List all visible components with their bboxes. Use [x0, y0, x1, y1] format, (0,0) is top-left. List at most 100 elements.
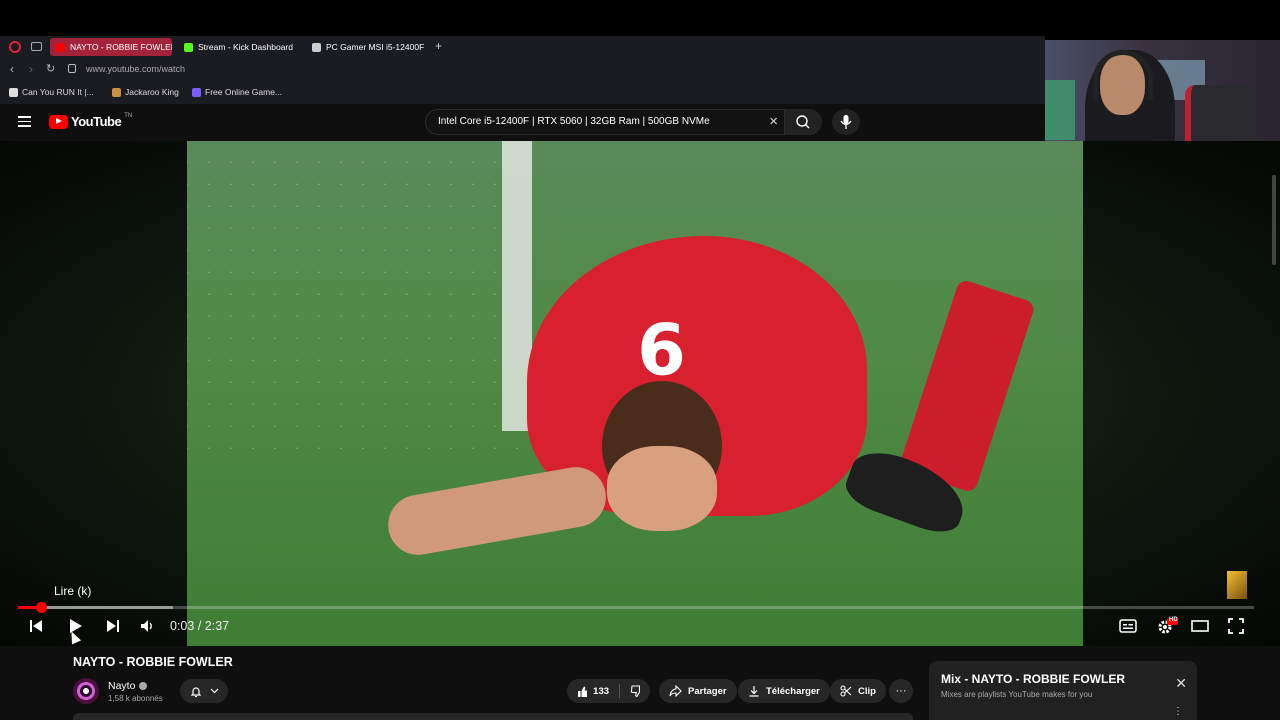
close-icon[interactable]: ✕	[1175, 675, 1187, 692]
player-face	[607, 446, 717, 531]
mix-panel[interactable]: Mix - NAYTO - ROBBIE FOWLER Mixes are pl…	[929, 661, 1197, 720]
theater-mode-button[interactable]	[1190, 616, 1210, 636]
scrollbar[interactable]	[1272, 175, 1276, 265]
new-tab-button[interactable]: +	[435, 39, 442, 53]
canyourunit-icon	[9, 87, 18, 97]
tab-label: PC Gamer MSI i5-12400F	[326, 42, 425, 52]
tab-youtube[interactable]: NAYTO - ROBBIE FOWLER	[50, 38, 172, 56]
subtitles-button[interactable]	[1118, 616, 1138, 636]
bookmark-label: Free Online Game...	[205, 87, 283, 97]
bookmark-free-games[interactable]: Free Online Game...	[192, 84, 282, 100]
channel-watermark-icon[interactable]	[1227, 571, 1247, 599]
scissors-icon	[840, 685, 852, 697]
reload-icon[interactable]: ↻	[46, 62, 55, 75]
progress-scrubber[interactable]	[35, 602, 47, 613]
youtube-logo[interactable]: YouTube TN	[49, 112, 133, 129]
thumbs-up-icon[interactable]	[577, 685, 588, 698]
tab-label: Stream - Kick Dashboard	[198, 42, 293, 52]
webcam-rgb-light	[1045, 80, 1075, 140]
theater-icon	[1191, 620, 1209, 632]
channel-name-row[interactable]: Nayto	[108, 680, 148, 692]
avatar[interactable]	[73, 678, 99, 704]
thumbs-down-icon[interactable]	[630, 684, 640, 698]
tab-manager-icon[interactable]	[31, 42, 42, 51]
mute-button[interactable]	[138, 616, 156, 636]
bookmark-jackaroo[interactable]: Jackaroo King	[112, 84, 179, 100]
tab-label: NAYTO - ROBBIE FOWLER	[70, 42, 172, 52]
goal-net	[187, 141, 527, 461]
tab-pc-gamer[interactable]: PC Gamer MSI i5-12400F	[306, 38, 426, 56]
game-icon	[192, 87, 201, 97]
channel-name[interactable]: Nayto	[108, 680, 135, 692]
progress-bar[interactable]	[18, 602, 1254, 613]
search-input[interactable]: Intel Core i5-12400F | RTX 5060 | 32GB R…	[425, 109, 785, 135]
youtube-play-icon	[49, 114, 68, 129]
more-vert-icon[interactable]: ⋮	[1173, 706, 1183, 717]
bell-icon	[190, 686, 201, 697]
forward-icon[interactable]: ›	[29, 62, 33, 76]
time-separator: /	[197, 619, 202, 633]
current-time: 0:03	[170, 619, 195, 633]
previous-button[interactable]	[27, 616, 45, 636]
browser-chrome: NAYTO - ROBBIE FOWLER Stream - Kick Dash…	[0, 36, 1045, 104]
volume-icon	[141, 620, 152, 632]
close-icon[interactable]: ×	[769, 113, 778, 130]
video-title: NAYTO - ROBBIE FOWLER	[73, 655, 233, 669]
fullscreen-button[interactable]	[1226, 616, 1246, 636]
kick-favicon-icon	[184, 42, 193, 52]
logo-region: TN	[124, 112, 133, 119]
notification-button[interactable]	[180, 679, 228, 703]
voice-search-button[interactable]	[832, 109, 860, 135]
bookmark-canyourunit[interactable]: Can You RUN It |...	[9, 84, 94, 100]
settings-button[interactable]: HD	[1155, 616, 1179, 636]
play-tooltip: Lire (k)	[54, 584, 92, 598]
youtube-header: YouTube TN Intel Core i5-12400F | RTX 50…	[0, 104, 1045, 141]
jackaroo-icon	[112, 87, 121, 97]
time-display: 0:03 / 2:37	[170, 619, 229, 633]
mix-subtitle: Mixes are playlists YouTube makes for yo…	[941, 690, 1093, 699]
subscriber-count: 1,58 k abonnés	[108, 694, 163, 703]
skip-next-icon	[107, 620, 119, 632]
microphone-icon	[840, 115, 852, 129]
bookmark-label: Can You RUN It |...	[22, 87, 94, 97]
lock-icon[interactable]	[68, 64, 76, 73]
video-frame[interactable]: 9	[187, 141, 1083, 646]
hd-badge: HD	[1169, 617, 1178, 623]
like-dislike-group: 133	[567, 679, 650, 703]
description-box[interactable]	[73, 713, 913, 720]
logo-text: YouTube	[71, 114, 122, 129]
mix-title: Mix - NAYTO - ROBBIE FOWLER	[941, 672, 1126, 686]
verified-icon	[139, 682, 148, 690]
menu-icon[interactable]	[18, 116, 31, 127]
chevron-down-icon	[210, 688, 218, 694]
tab-kick[interactable]: Stream - Kick Dashboard	[178, 38, 303, 56]
download-label: Télécharger	[766, 685, 820, 697]
bookmark-label: Jackaroo King	[125, 87, 179, 97]
share-icon	[669, 685, 682, 697]
url-field[interactable]: www.youtube.com/watch	[86, 64, 185, 74]
duration: 2:37	[204, 619, 230, 633]
share-button[interactable]: Partager	[659, 679, 737, 703]
top-black-bar	[0, 0, 1280, 36]
share-label: Partager	[688, 685, 727, 697]
fullscreen-icon	[1228, 618, 1244, 634]
subtitles-icon	[1119, 619, 1137, 633]
player-arm	[383, 462, 611, 560]
video-player[interactable]: 9	[0, 141, 1280, 646]
shirt-number: 9	[637, 306, 686, 388]
download-button[interactable]: Télécharger	[738, 679, 830, 703]
next-button[interactable]	[104, 616, 122, 636]
opera-icon[interactable]	[9, 41, 21, 53]
youtube-favicon-icon	[56, 42, 65, 52]
search-button[interactable]	[785, 109, 822, 135]
like-divider	[619, 684, 620, 698]
clip-label: Clip	[858, 685, 876, 697]
like-count[interactable]: 133	[593, 686, 609, 697]
download-icon	[749, 686, 759, 697]
more-actions-button[interactable]: ···	[889, 679, 913, 703]
search-icon	[796, 115, 810, 129]
skip-previous-icon	[30, 620, 42, 632]
search-value: Intel Core i5-12400F | RTX 5060 | 32GB R…	[438, 116, 710, 127]
back-icon[interactable]: ‹	[10, 62, 14, 76]
clip-button[interactable]: Clip	[830, 679, 886, 703]
